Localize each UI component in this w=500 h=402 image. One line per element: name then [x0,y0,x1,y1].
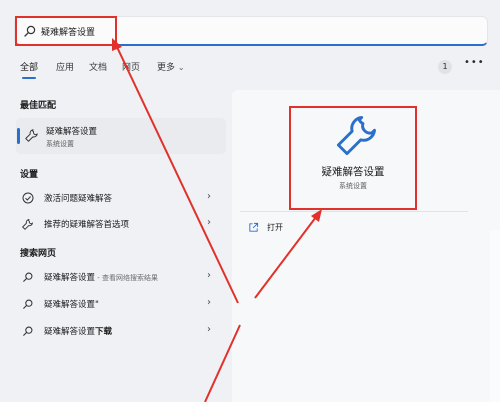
web-query: 疑难解答设置 [44,273,96,283]
list-item-label: 疑难解答设置" [44,300,99,310]
best-match-title: 疑难解答设置 [46,127,98,137]
best-match-subtitle: 系统设置 [46,140,74,148]
search-icon [23,326,33,336]
web-query-bold-suffix: 下载 [95,327,113,337]
wrench-icon [336,116,376,156]
filter-tabs: 全部 应用 文档 网页 更多 ⌄ [20,60,490,80]
list-item[interactable]: 推荐的疑难解答首选项 › [16,212,226,236]
web-query: 疑难解答设置 [44,327,96,337]
chevron-right-icon: › [207,324,211,335]
background-window-edge [490,230,500,402]
list-item-label: 推荐的疑难解答首选项 [44,220,130,230]
best-match-heading: 最佳匹配 [20,101,57,111]
search-icon [24,25,36,37]
list-item[interactable]: 疑难解答设置" › [16,292,226,316]
wrench-icon [22,219,33,230]
open-external-icon [249,222,259,232]
divider [240,211,468,212]
detail-subtitle: 系统设置 [339,182,367,190]
chevron-right-icon: › [207,191,211,202]
best-match-item[interactable]: 疑难解答设置 系统设置 [16,118,226,154]
search-icon [23,272,33,282]
chevron-right-icon: › [207,217,211,228]
tab-documents[interactable]: 文档 [89,60,107,76]
wrench-icon [25,129,38,142]
tab-all[interactable]: 全部 [20,60,38,79]
tab-more[interactable]: 更多 ⌄ [157,60,185,76]
web-query-hint: - 查看网络搜索结果 [95,274,158,282]
list-item-label: 疑难解答设置 - 查看网络搜索结果 [44,271,158,283]
rewards-badge[interactable]: 1 [438,60,452,74]
list-item-label: 激活问题疑难解答 [44,194,113,204]
search-icon [23,299,33,309]
list-item-label: 疑难解答设置下载 [44,325,112,337]
chevron-right-icon: › [207,297,211,308]
open-label: 打开 [267,223,283,232]
list-item[interactable]: 疑难解答设置下载 › [16,319,226,343]
check-circle-icon [22,192,34,204]
web-search-heading: 搜索网页 [20,249,57,259]
search-bar[interactable] [14,16,488,46]
selection-indicator [17,128,20,144]
tab-more-label: 更多 [157,63,176,73]
chevron-down-icon: ⌄ [177,63,185,72]
list-item[interactable]: 疑难解答设置 - 查看网络搜索结果 › [16,265,226,289]
tab-web[interactable]: 网页 [122,60,140,76]
list-item[interactable]: 激活问题疑难解答 › [16,186,226,210]
chevron-right-icon: › [207,270,211,281]
open-button[interactable]: 打开 [248,220,308,236]
more-options-icon[interactable]: ••• [464,57,485,68]
tab-apps[interactable]: 应用 [56,60,74,76]
search-input[interactable] [41,22,461,40]
detail-title: 疑难解答设置 [321,166,385,178]
settings-heading: 设置 [20,170,39,180]
